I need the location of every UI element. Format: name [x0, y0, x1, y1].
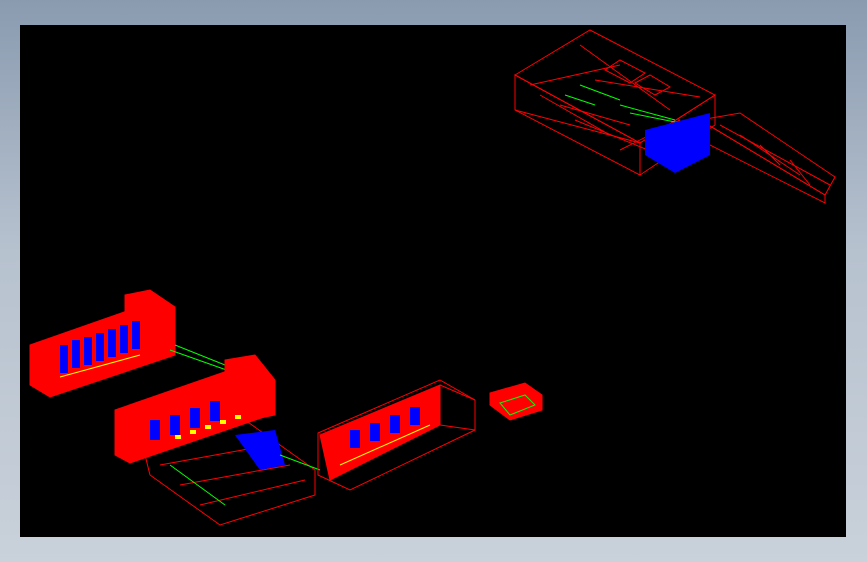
top-right-blue-panel	[645, 113, 710, 173]
top-right-box-front-face	[514, 74, 641, 176]
model-center	[317, 379, 476, 491]
model-small-right	[489, 382, 543, 421]
model-top-right-green	[564, 84, 691, 126]
wireframe-canvas[interactable]	[20, 25, 846, 537]
cad-viewport[interactable]	[20, 25, 846, 537]
model-top-right	[513, 29, 836, 204]
model-center-left	[114, 354, 321, 526]
